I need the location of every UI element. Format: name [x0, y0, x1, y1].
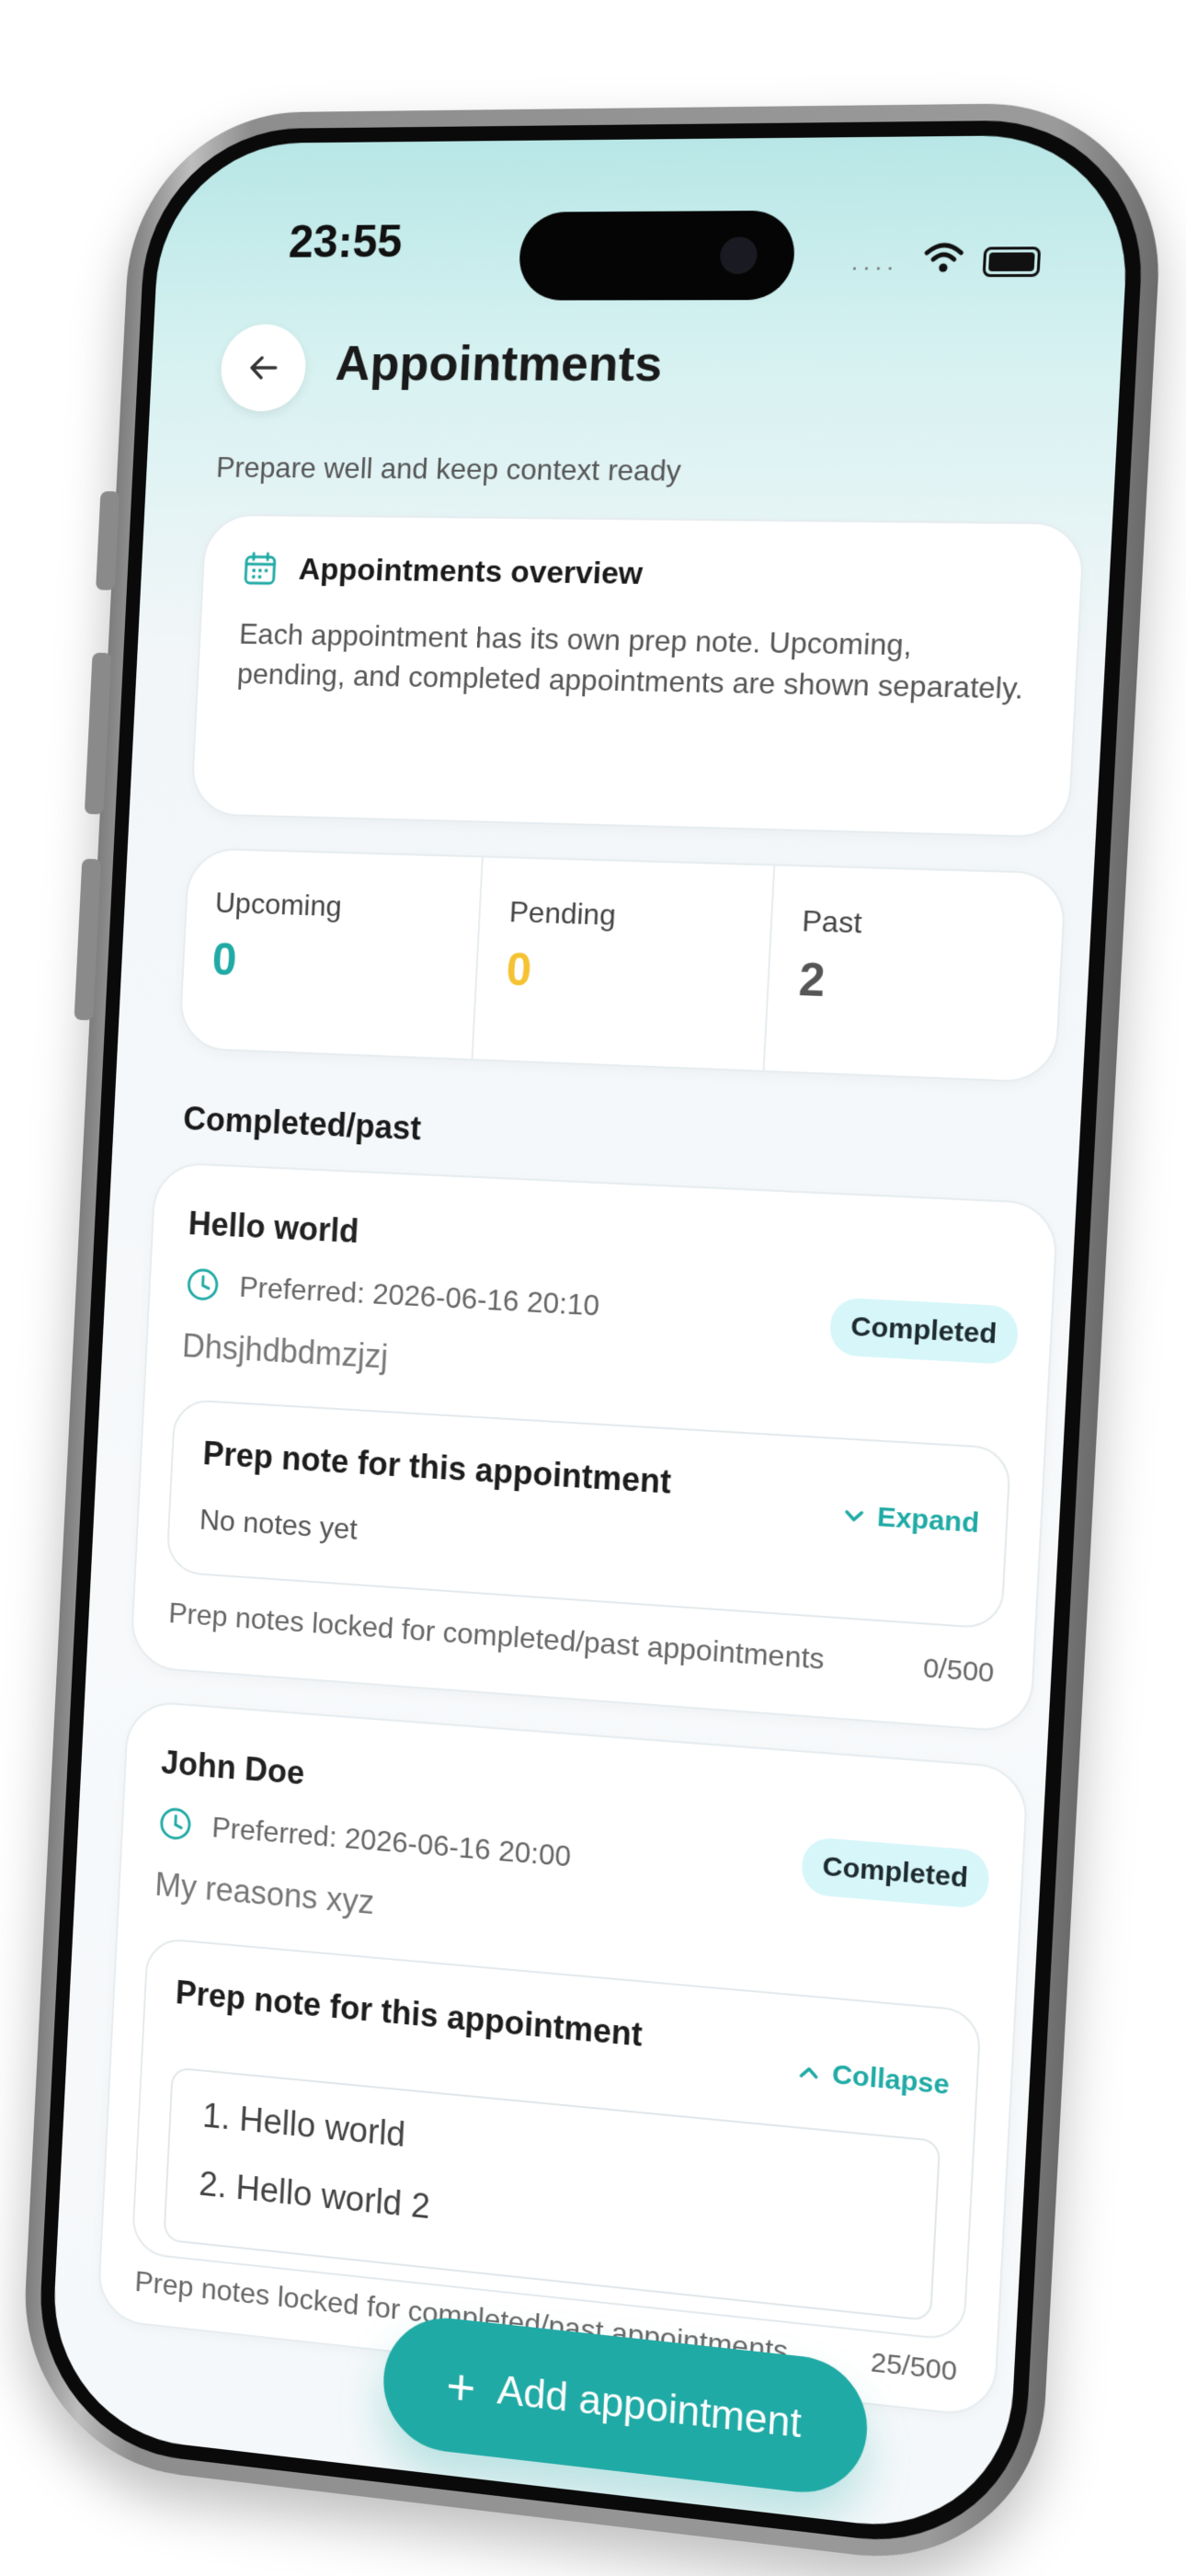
expand-button[interactable]: Expand — [838, 1499, 979, 1540]
stat-value: 2 — [798, 953, 827, 1008]
collapse-button[interactable]: Collapse — [794, 2055, 951, 2101]
status-bar: 23:55 ···· — [156, 191, 1130, 270]
section-title: Completed/past — [182, 1100, 422, 1149]
battery-icon — [983, 246, 1042, 277]
prep-note-panel: Prep note for this appointment Expand No… — [165, 1399, 1011, 1631]
overview-text: Each appointment has its own prep note. … — [236, 613, 1036, 709]
status-time: 23:55 — [288, 215, 404, 269]
camera-icon — [719, 236, 758, 274]
char-count: 25/500 — [870, 2347, 958, 2388]
stat-label: Upcoming — [214, 886, 342, 923]
note-line: 2. Hello world 2 — [198, 2165, 430, 2227]
stat-value: 0 — [211, 933, 238, 986]
calendar-icon — [242, 551, 279, 588]
chevron-up-icon — [794, 2057, 824, 2088]
stat-past[interactable]: Past 2 — [763, 866, 1067, 1082]
stat-label: Pending — [508, 895, 617, 933]
appointment-card[interactable]: Hello world Preferred: 2026-06-16 20:10 … — [130, 1162, 1059, 1734]
preferred-time: Preferred: 2026-06-16 20:10 — [185, 1265, 600, 1323]
signal-icon: ···· — [850, 253, 898, 282]
collapse-label: Collapse — [831, 2059, 950, 2101]
prep-note-title: Prep note for this appointment — [202, 1435, 672, 1502]
header: Appointments — [200, 324, 1066, 437]
screen: 23:55 ···· Appointments Prepare well and… — [48, 134, 1133, 2540]
appointment-reason: My reasons xyz — [154, 1865, 376, 1922]
arrow-left-icon — [245, 349, 281, 385]
back-button[interactable] — [219, 325, 307, 412]
expand-label: Expand — [876, 1502, 980, 1540]
prep-note-title: Prep note for this appointment — [175, 1974, 644, 2055]
wifi-icon — [922, 237, 966, 279]
preferred-text: Preferred: 2026-06-16 20:00 — [211, 1810, 572, 1873]
chevron-down-icon — [839, 1501, 869, 1530]
note-line: 1. Hello world — [201, 2097, 406, 2156]
dynamic-island — [518, 211, 797, 301]
appointment-title: John Doe — [160, 1744, 305, 1792]
appointment-reason: Dhsjhdbdmzjzj — [181, 1327, 389, 1377]
appointment-card[interactable]: John Doe Preferred: 2026-06-16 20:00 Com… — [97, 1700, 1029, 2419]
stats-card: Upcoming 0 Pending 0 Past 2 — [178, 847, 1067, 1083]
add-appointment-label: Add appointment — [496, 2367, 803, 2447]
stat-value: 0 — [505, 943, 532, 997]
stat-upcoming[interactable]: Upcoming 0 — [180, 849, 482, 1059]
preferred-text: Preferred: 2026-06-16 20:10 — [239, 1270, 601, 1322]
appointment-title: Hello world — [188, 1205, 359, 1251]
char-count: 0/500 — [922, 1653, 995, 1689]
status-badge: Completed — [828, 1297, 1019, 1365]
clock-icon — [157, 1804, 194, 1843]
page-subtitle: Prepare well and keep context ready — [215, 451, 681, 488]
plus-icon: + — [445, 2355, 477, 2418]
page-title: Appointments — [335, 335, 664, 392]
preferred-time: Preferred: 2026-06-16 20:00 — [157, 1804, 572, 1874]
phone-device: 23:55 ···· Appointments Prepare well and… — [17, 102, 1168, 2576]
overview-card: Appointments overview Each appointment h… — [190, 514, 1086, 839]
overview-title: Appointments overview — [298, 552, 644, 592]
stat-pending[interactable]: Pending 0 — [472, 857, 776, 1070]
stat-label: Past — [801, 904, 862, 941]
clock-icon — [185, 1265, 222, 1303]
status-badge: Completed — [801, 1837, 990, 1909]
empty-notes-text: No notes yet — [199, 1503, 358, 1547]
